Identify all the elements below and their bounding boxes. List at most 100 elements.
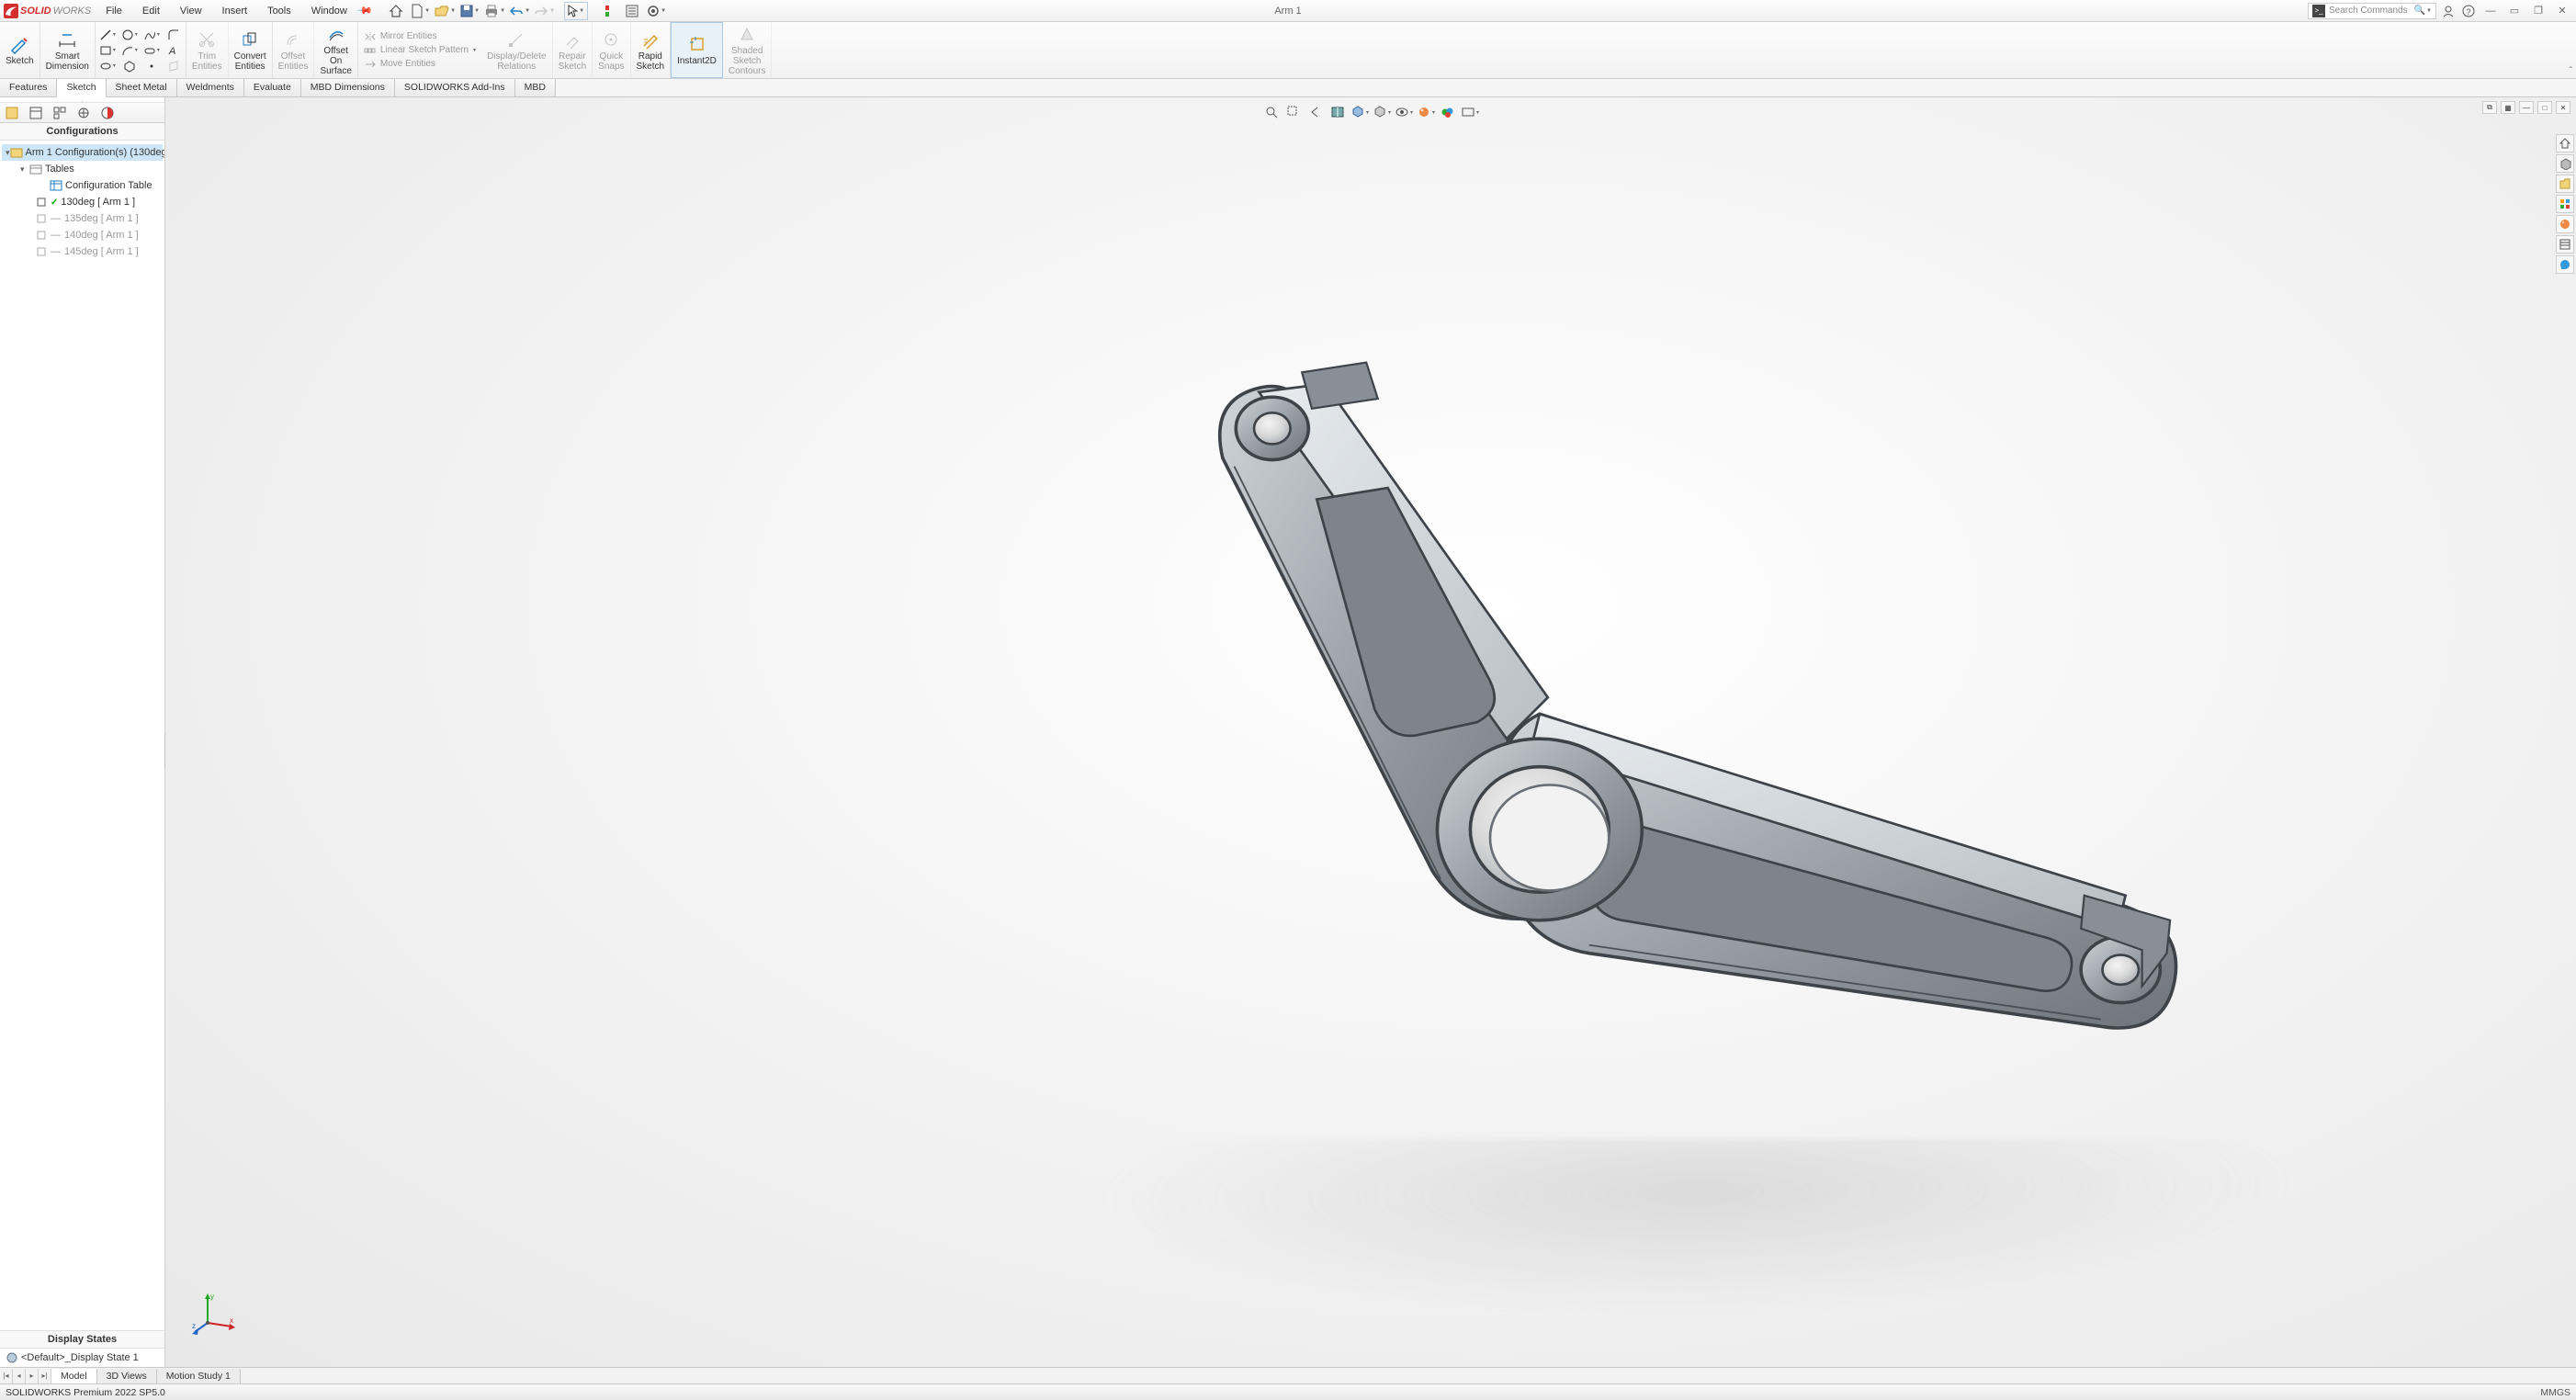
- tree-config-0[interactable]: ✓ 130deg [ Arm 1 ]: [2, 194, 163, 210]
- display-state-item[interactable]: <Default>_Display State 1: [0, 1349, 164, 1367]
- panel-tab-property[interactable]: [28, 105, 44, 121]
- zoom-area-icon[interactable]: [1283, 103, 1304, 121]
- restore-button[interactable]: ❐: [2528, 3, 2548, 19]
- select-button[interactable]: ▼: [564, 2, 588, 20]
- panel-tab-display[interactable]: [99, 105, 116, 121]
- tab-last-icon[interactable]: ▸|: [39, 1369, 51, 1383]
- maximize-button[interactable]: ▭: [2504, 3, 2525, 19]
- file-explorer-icon[interactable]: [2556, 175, 2574, 193]
- expand-icon[interactable]: ▾: [20, 164, 29, 175]
- doc-tile-icon[interactable]: ▦: [2501, 101, 2515, 114]
- redo-button[interactable]: ▼: [533, 2, 557, 20]
- ribbon-convert-entities[interactable]: Convert Entities: [229, 22, 273, 78]
- ellipse-tool[interactable]: ▾: [99, 59, 116, 73]
- doc-close-icon[interactable]: ✕: [2556, 101, 2570, 114]
- tree-config-3[interactable]: — 145deg [ Arm 1 ]: [2, 243, 163, 260]
- menu-insert[interactable]: Insert: [219, 4, 252, 18]
- fillet-tool[interactable]: [165, 28, 182, 42]
- menu-view[interactable]: View: [176, 4, 206, 18]
- view-palette-icon[interactable]: [2556, 195, 2574, 213]
- design-library-icon[interactable]: [2556, 154, 2574, 173]
- resources-icon[interactable]: [2556, 134, 2574, 152]
- menu-edit[interactable]: Edit: [139, 4, 164, 18]
- tab-mbd[interactable]: MBD: [515, 79, 556, 96]
- polygon-tool[interactable]: [121, 59, 138, 73]
- open-button[interactable]: ▼: [434, 2, 458, 20]
- arc-tool[interactable]: ▾: [121, 43, 138, 58]
- user-icon[interactable]: [2440, 3, 2457, 19]
- display-style-icon[interactable]: ▾: [1372, 103, 1392, 121]
- doc-minimize-icon[interactable]: —: [2519, 101, 2534, 114]
- tab-sketch[interactable]: Sketch: [57, 79, 106, 97]
- move-entities[interactable]: Move Entities: [364, 59, 476, 70]
- save-button[interactable]: ▼: [458, 2, 482, 20]
- tree-root[interactable]: ▾ Arm 1 Configuration(s) (130deg): [2, 144, 163, 161]
- mirror-entities[interactable]: Mirror Entities: [364, 31, 476, 42]
- plane-tool[interactable]: [165, 59, 182, 73]
- help-icon[interactable]: ?: [2460, 3, 2477, 19]
- doc-maximize-icon[interactable]: □: [2537, 101, 2552, 114]
- linear-sketch-pattern[interactable]: Linear Sketch Pattern▾: [364, 45, 476, 56]
- appearances-icon[interactable]: [2556, 215, 2574, 233]
- rebuild-button[interactable]: [595, 2, 619, 20]
- tab-sheet-metal[interactable]: Sheet Metal: [107, 79, 177, 96]
- tree-config-2[interactable]: — 140deg [ Arm 1 ]: [2, 227, 163, 243]
- view-orientation-icon[interactable]: ▾: [1350, 103, 1370, 121]
- status-units[interactable]: MMGS: [2540, 1387, 2570, 1398]
- menu-file[interactable]: File: [102, 4, 126, 18]
- tab-features[interactable]: Features: [0, 79, 57, 96]
- ribbon-collapse-icon[interactable]: ˆ: [2570, 66, 2572, 76]
- btab-3dviews[interactable]: 3D Views: [97, 1369, 157, 1383]
- doc-link-icon[interactable]: ⧉: [2482, 101, 2497, 114]
- tree-config-table[interactable]: Configuration Table: [2, 177, 163, 194]
- panel-tab-dimxpert[interactable]: [75, 105, 92, 121]
- previous-view-icon[interactable]: [1305, 103, 1326, 121]
- slot-tool[interactable]: ▾: [143, 43, 160, 58]
- tree-config-1[interactable]: — 135deg [ Arm 1 ]: [2, 210, 163, 227]
- home-button[interactable]: [384, 2, 408, 20]
- options-button[interactable]: ▼: [645, 2, 669, 20]
- btab-model[interactable]: Model: [51, 1369, 97, 1383]
- point-tool[interactable]: [143, 59, 160, 73]
- file-properties-button[interactable]: [620, 2, 644, 20]
- tab-mbd-dimensions[interactable]: MBD Dimensions: [301, 79, 395, 96]
- tree-tables[interactable]: ▾ Tables: [2, 161, 163, 177]
- view-triad[interactable]: y x z: [191, 1290, 237, 1336]
- ribbon-rapid-sketch[interactable]: Rapid Sketch: [631, 22, 672, 78]
- section-view-icon[interactable]: [1328, 103, 1348, 121]
- panel-tab-configurations[interactable]: [51, 105, 68, 121]
- hide-show-icon[interactable]: ▾: [1394, 103, 1414, 121]
- text-tool[interactable]: A: [165, 43, 182, 58]
- undo-button[interactable]: ▼: [508, 2, 532, 20]
- ribbon-offset-on-surface[interactable]: Offset On Surface: [314, 22, 357, 78]
- tab-prev-icon[interactable]: ◂: [13, 1369, 26, 1383]
- custom-props-icon[interactable]: [2556, 235, 2574, 254]
- edit-appearance-icon[interactable]: ▾: [1416, 103, 1436, 121]
- view-settings-icon[interactable]: ▾: [1460, 103, 1480, 121]
- part-model[interactable]: [1009, 326, 2334, 1151]
- new-button[interactable]: ▼: [409, 2, 433, 20]
- ribbon-sketch[interactable]: Sketch: [0, 22, 40, 78]
- spline-tool[interactable]: ▾: [143, 28, 160, 42]
- tab-solidworks-addins[interactable]: SOLIDWORKS Add-Ins: [395, 79, 515, 96]
- print-button[interactable]: ▼: [483, 2, 507, 20]
- menu-tools[interactable]: Tools: [264, 4, 295, 18]
- panel-tab-feature-tree[interactable]: [4, 105, 20, 121]
- minimize-button[interactable]: —: [2480, 3, 2501, 19]
- circle-tool[interactable]: ▾: [121, 28, 138, 42]
- search-dropdown-icon[interactable]: ▼: [2426, 8, 2432, 14]
- btab-motion-study[interactable]: Motion Study 1: [157, 1369, 241, 1383]
- tab-next-icon[interactable]: ▸: [26, 1369, 39, 1383]
- line-tool[interactable]: ▾: [99, 28, 116, 42]
- zoom-fit-icon[interactable]: [1261, 103, 1282, 121]
- tab-first-icon[interactable]: |◂: [0, 1369, 13, 1383]
- menu-window[interactable]: Window: [308, 4, 351, 18]
- tab-weldments[interactable]: Weldments: [177, 79, 244, 96]
- pin-icon[interactable]: 📌: [356, 2, 373, 19]
- tab-evaluate[interactable]: Evaluate: [244, 79, 301, 96]
- ribbon-smart-dimension[interactable]: Smart Dimension: [40, 22, 96, 78]
- close-button[interactable]: ✕: [2552, 3, 2572, 19]
- search-commands-input[interactable]: >_ Search Commands 🔍 ▼: [2308, 3, 2436, 19]
- ribbon-instant2d[interactable]: Instant2D: [671, 22, 723, 78]
- apply-scene-icon[interactable]: [1438, 103, 1458, 121]
